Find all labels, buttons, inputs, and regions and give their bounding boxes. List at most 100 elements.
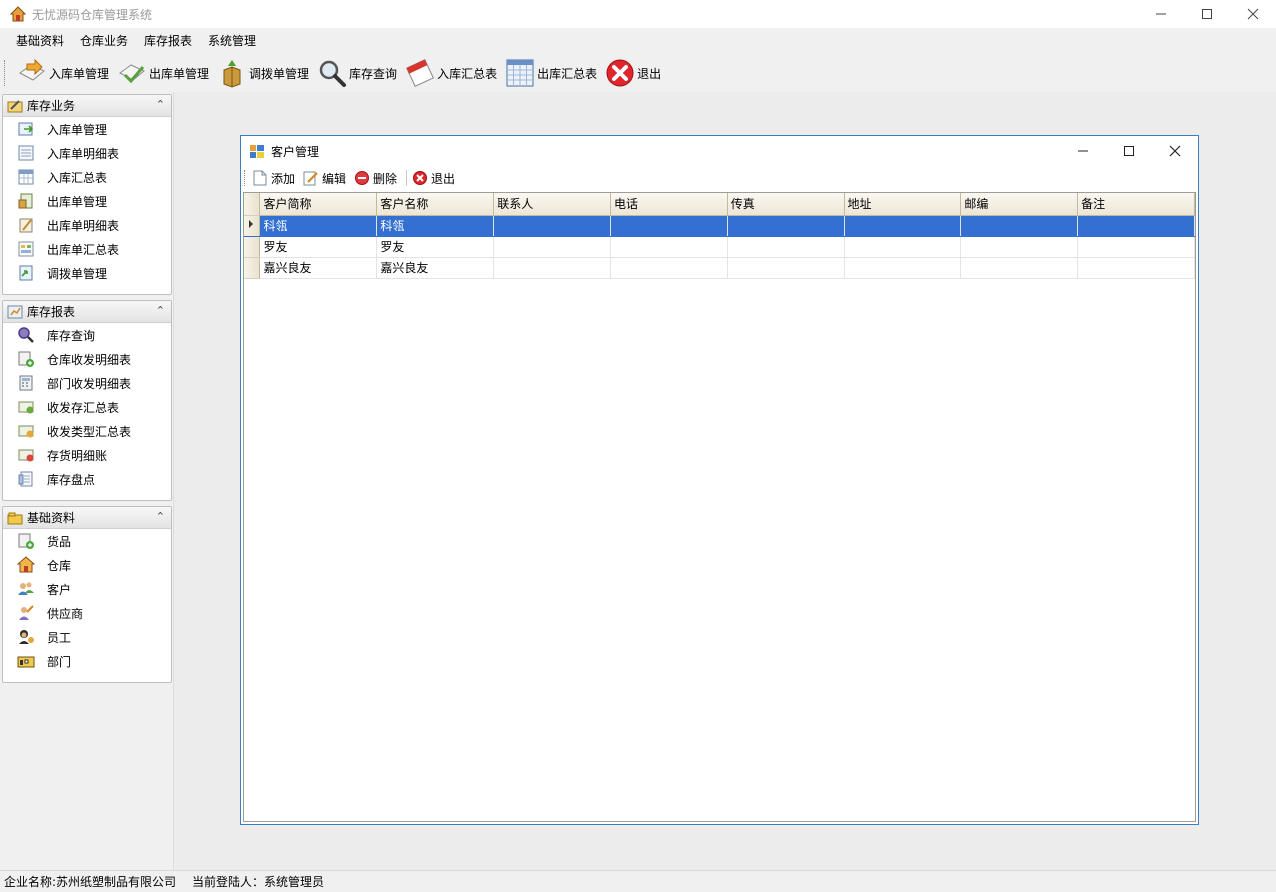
table-cell[interactable]: 科瓴 xyxy=(259,215,378,237)
corner-header-cell[interactable] xyxy=(244,193,261,216)
child-title-bar[interactable]: 客户管理 xyxy=(241,136,1198,166)
nav-item-inbound-management[interactable]: 入库单管理 xyxy=(3,117,171,141)
table-cell[interactable] xyxy=(727,215,845,237)
menu-warehouse-business[interactable]: 仓库业务 xyxy=(72,28,136,54)
table-cell[interactable] xyxy=(960,215,1079,237)
table-row[interactable]: 科瓴 科瓴 xyxy=(244,215,1195,237)
column-header[interactable]: 地址 xyxy=(844,193,962,216)
table-cell[interactable] xyxy=(1077,236,1195,258)
nav-item-supplier[interactable]: 供应商 xyxy=(3,601,171,625)
column-header[interactable]: 客户名称 xyxy=(376,193,495,216)
table-row[interactable]: 嘉兴良友 嘉兴良友 xyxy=(244,257,1195,279)
window-title: 无忧源码仓库管理系统 xyxy=(32,7,153,22)
nav-item-warehouse[interactable]: 仓库 xyxy=(3,553,171,577)
table-cell[interactable] xyxy=(493,236,611,258)
nav-item-department[interactable]: 部门 xyxy=(3,649,171,673)
nav-item-department-io-detail[interactable]: 部门收发明细表 xyxy=(3,371,171,395)
toolbar-exit-button[interactable]: 退出 xyxy=(601,56,665,90)
column-header[interactable]: 联系人 xyxy=(493,193,611,216)
toolbar-outbound-summary-button[interactable]: 出库汇总表 xyxy=(501,56,601,90)
toolbar-outbound-button[interactable]: 出库单管理 xyxy=(113,56,213,90)
child-close-button[interactable] xyxy=(1152,136,1198,166)
customer-grid[interactable]: 客户简称 客户名称 联系人 电话 传真 地址 邮编 备注 科瓴 科瓴 罗友 罗友… xyxy=(243,192,1196,822)
toolbar-grip[interactable] xyxy=(4,60,7,86)
child-maximize-button[interactable] xyxy=(1106,136,1152,166)
table-cell[interactable]: 嘉兴良友 xyxy=(259,257,378,279)
nav-item-label: 部门收发明细表 xyxy=(47,376,132,391)
nav-item-label: 入库单管理 xyxy=(47,122,108,137)
row-header-cell[interactable] xyxy=(244,215,261,237)
nav-item-io-summary[interactable]: 收发存汇总表 xyxy=(3,395,171,419)
customers-icon xyxy=(17,580,35,598)
table-cell[interactable] xyxy=(844,257,962,279)
collapse-chevron-icon[interactable]: ⌃ xyxy=(156,510,165,523)
nav-group-basic-data: 基础资料 ⌃ 货品 仓库 客户 供应商 员工 部门 xyxy=(2,506,172,683)
table-cell[interactable] xyxy=(610,257,728,279)
toolbar-inventory-query-button[interactable]: 库存查询 xyxy=(313,56,401,90)
table-cell[interactable] xyxy=(960,236,1079,258)
add-button[interactable]: 添加 xyxy=(250,167,301,189)
column-header[interactable]: 备注 xyxy=(1077,193,1195,216)
child-toolbar-grip[interactable] xyxy=(244,170,247,186)
nav-item-customer[interactable]: 客户 xyxy=(3,577,171,601)
transfer-doc-icon xyxy=(17,264,35,282)
nav-item-outbound-summary[interactable]: 出库单汇总表 xyxy=(3,237,171,261)
table-row[interactable]: 罗友 罗友 xyxy=(244,236,1195,258)
collapse-chevron-icon[interactable]: ⌃ xyxy=(156,98,165,111)
menu-basic-data[interactable]: 基础资料 xyxy=(8,28,72,54)
table-cell[interactable] xyxy=(727,257,845,279)
nav-item-transfer-management[interactable]: 调拨单管理 xyxy=(3,261,171,285)
column-header[interactable]: 客户简称 xyxy=(259,193,378,216)
nav-item-inbound-detail[interactable]: 入库单明细表 xyxy=(3,141,171,165)
minimize-button[interactable] xyxy=(1138,0,1184,28)
maximize-button[interactable] xyxy=(1184,0,1230,28)
table-cell[interactable] xyxy=(960,257,1079,279)
column-header[interactable]: 传真 xyxy=(727,193,845,216)
maximize-icon xyxy=(1124,146,1134,156)
toolbar-inbound-button[interactable]: 入库单管理 xyxy=(13,56,113,90)
edit-button[interactable]: 编辑 xyxy=(301,167,352,189)
table-cell[interactable] xyxy=(844,215,962,237)
table-cell[interactable] xyxy=(727,236,845,258)
table-cell[interactable]: 罗友 xyxy=(259,236,378,258)
table-cell[interactable] xyxy=(493,215,611,237)
nav-group-header-inventory-business[interactable]: 库存业务 ⌃ xyxy=(3,95,171,117)
collapse-chevron-icon[interactable]: ⌃ xyxy=(156,304,165,317)
nav-item-employee[interactable]: 员工 xyxy=(3,625,171,649)
table-cell[interactable]: 罗友 xyxy=(376,236,495,258)
nav-item-io-type-summary[interactable]: 收发类型汇总表 xyxy=(3,419,171,443)
column-header[interactable]: 邮编 xyxy=(960,193,1079,216)
nav-item-inventory-query[interactable]: 库存查询 xyxy=(3,323,171,347)
table-cell[interactable]: 嘉兴良友 xyxy=(376,257,495,279)
toolbar-exit-label: 退出 xyxy=(637,66,662,81)
nav-item-outbound-detail[interactable]: 出库单明细表 xyxy=(3,213,171,237)
menu-inventory-reports[interactable]: 库存报表 xyxy=(136,28,200,54)
close-button[interactable] xyxy=(1230,0,1276,28)
table-cell[interactable] xyxy=(1077,215,1195,237)
row-header-cell[interactable] xyxy=(244,236,261,258)
exit-button[interactable]: 退出 xyxy=(410,167,461,189)
table-cell[interactable] xyxy=(1077,257,1195,279)
nav-group-header-inventory-reports[interactable]: 库存报表 ⌃ xyxy=(3,301,171,323)
nav-item-goods[interactable]: 货品 xyxy=(3,529,171,553)
warehouse-icon xyxy=(17,556,35,574)
nav-item-warehouse-io-detail[interactable]: 仓库收发明细表 xyxy=(3,347,171,371)
nav-group-header-basic-data[interactable]: 基础资料 ⌃ xyxy=(3,507,171,529)
nav-item-stock-count[interactable]: 库存盘点 xyxy=(3,467,171,491)
table-cell[interactable]: 科瓴 xyxy=(376,215,495,237)
toolbar-inbound-summary-button[interactable]: 入库汇总表 xyxy=(401,56,501,90)
nav-item-outbound-management[interactable]: 出库单管理 xyxy=(3,189,171,213)
toolbar-transfer-button[interactable]: 调拨单管理 xyxy=(213,56,313,90)
nav-item-stock-ledger[interactable]: 存货明细账 xyxy=(3,443,171,467)
child-minimize-button[interactable] xyxy=(1060,136,1106,166)
column-header[interactable]: 电话 xyxy=(610,193,728,216)
row-header-cell[interactable] xyxy=(244,257,261,279)
table-cell[interactable] xyxy=(610,236,728,258)
nav-item-label: 出库单管理 xyxy=(47,194,108,209)
nav-item-inbound-summary[interactable]: 入库汇总表 xyxy=(3,165,171,189)
table-cell[interactable] xyxy=(610,215,728,237)
delete-button[interactable]: 删除 xyxy=(352,167,403,189)
menu-system-admin[interactable]: 系统管理 xyxy=(200,28,264,54)
table-cell[interactable] xyxy=(844,236,962,258)
table-cell[interactable] xyxy=(493,257,611,279)
